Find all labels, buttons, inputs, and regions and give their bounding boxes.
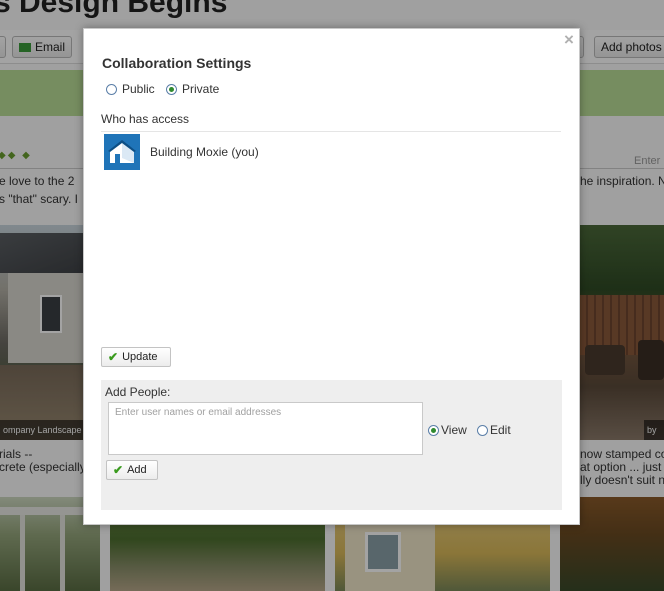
add-button-label: Add [127,464,147,476]
visibility-private-radio[interactable]: Private [166,82,219,96]
collaboration-settings-dialog: × Collaboration Settings Public Private … [83,28,580,525]
add-people-label: Add People: [105,385,171,399]
permission-view-label: View [441,423,467,437]
permission-edit-radio[interactable]: Edit [477,423,511,437]
update-button[interactable]: ✔ Update [101,347,171,367]
member-name: Building Moxie (you) [150,145,259,159]
member-row: Building Moxie (you) [104,134,259,170]
dialog-title: Collaboration Settings [102,55,252,71]
permission-edit-label: Edit [490,423,511,437]
radio-icon [477,424,488,436]
who-has-access-label: Who has access [101,112,190,126]
divider [101,131,561,132]
checkmark-icon: ✔ [108,350,119,364]
avatar [104,134,140,170]
people-input[interactable] [108,402,423,455]
checkmark-icon: ✔ [113,463,124,477]
visibility-public-radio[interactable]: Public [106,82,155,96]
radio-icon [106,83,117,95]
radio-checked-icon [428,424,439,436]
house-icon [108,140,136,163]
radio-checked-icon [166,83,177,95]
add-people-panel: Add People: View Edit ✔ Add [101,380,562,510]
visibility-public-label: Public [122,82,155,96]
update-button-label: Update [122,351,158,363]
permission-view-radio[interactable]: View [428,423,467,437]
visibility-private-label: Private [182,82,220,96]
add-button[interactable]: ✔ Add [106,460,158,480]
close-icon[interactable]: × [561,31,577,48]
